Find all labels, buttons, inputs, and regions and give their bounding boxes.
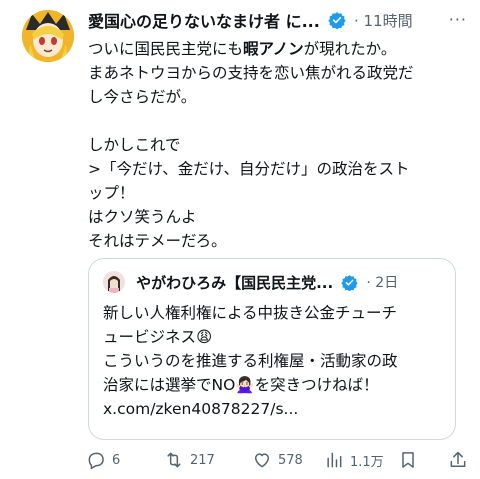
quoted-line: 治家には選挙でNO🙅🏻‍♀️を突きつけねば！: [103, 376, 379, 394]
verified-badge-icon: [328, 12, 346, 29]
bookmark-icon: [402, 452, 414, 468]
tweet-line: し今さらだが。: [88, 88, 197, 106]
like-button[interactable]: 578: [252, 448, 303, 472]
repost-icon: [167, 452, 181, 468]
tweet-timestamp[interactable]: · 11時間: [354, 10, 413, 31]
quoted-line: 新しい人権利権による中抜き公金チューチ: [103, 304, 398, 322]
repost-button[interactable]: 217: [164, 448, 215, 472]
reply-icon: [88, 452, 104, 470]
author-name[interactable]: 愛国心の足りないなまけ者 に...: [88, 8, 320, 32]
tweet-line: ップ！: [88, 184, 135, 202]
reply-button[interactable]: 6: [86, 448, 120, 472]
tweet-line: しかしこれで: [88, 136, 181, 154]
views-button[interactable]: 1.1万: [324, 448, 384, 472]
repost-count: 217: [190, 452, 215, 468]
tweet-line: それはテメーだろ。: [88, 232, 227, 250]
tweet-header: 愛国心の足りないなまけ者 に... · 11時間 ···: [88, 8, 473, 34]
tweet-actions: 6 217 578 1.1万: [84, 448, 474, 472]
view-count: 1.1万: [350, 454, 384, 470]
quoted-tweet-text: 新しい人権利権による中抜き公金チューチ ュービジネス😩 こういうのを推進する利権…: [103, 301, 448, 421]
tweet-line-bold: 暇アノン: [243, 40, 304, 58]
quoted-author-avatar: [103, 271, 125, 293]
quoted-line: こういうのを推進する利権屋・活動家の政: [103, 352, 398, 370]
share-button[interactable]: [448, 448, 474, 472]
tweet-line: >「今だけ、金だけ、自分だけ」の政治をスト: [88, 160, 410, 178]
tweet-line: まあネトウヨからの支持を恋い焦がれる政党だ: [88, 64, 414, 82]
share-icon: [450, 451, 466, 467]
analytics-icon: [327, 452, 342, 468]
author-avatar[interactable]: [22, 10, 74, 62]
tweet-line: ついに国民民主党にも: [88, 40, 244, 58]
tweet-text: ついに国民民主党にも暇アノンが現れたか。 まあネトウヨからの支持を恋い焦がれる政…: [88, 37, 468, 253]
quoted-tweet-header: やがわひろみ【国民民主党... · 2日: [103, 271, 448, 295]
quoted-tweet-timestamp: · 2日: [366, 275, 399, 291]
verified-badge-icon: [341, 274, 358, 291]
quoted-line: ュービジネス😩: [103, 328, 213, 346]
more-options-icon[interactable]: ···: [449, 10, 467, 29]
like-count: 578: [278, 452, 303, 468]
bookmark-button[interactable]: [398, 448, 424, 472]
heart-icon: [255, 453, 269, 468]
quoted-tweet-card[interactable]: やがわひろみ【国民民主党... · 2日 新しい人権利権による中抜き公金チューチ…: [88, 258, 456, 440]
quoted-author-name: やがわひろみ【国民民主党...: [136, 273, 334, 292]
reply-count: 6: [112, 452, 121, 468]
tweet-line: が現れたか。: [303, 40, 397, 58]
tweet-line: はクソ笑うんよ: [88, 208, 197, 226]
quoted-link[interactable]: x.com/zken40878227/s...: [103, 400, 298, 418]
